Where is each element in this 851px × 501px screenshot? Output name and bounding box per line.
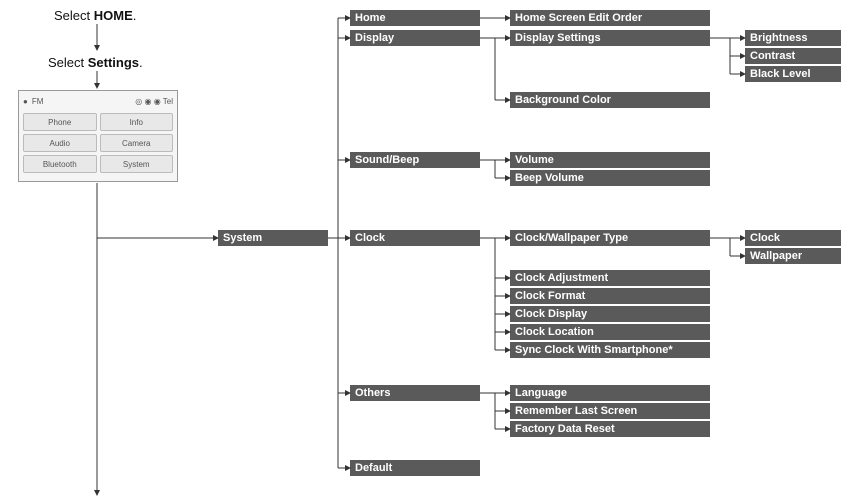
- connector-lines: [0, 0, 851, 501]
- node-home-edit: Home Screen Edit Order: [510, 10, 710, 26]
- node-clock-location: Clock Location: [510, 324, 710, 340]
- step-1-pre: Select: [54, 8, 94, 23]
- step-2-bold: Settings: [88, 55, 139, 70]
- node-clock-adjustment: Clock Adjustment: [510, 270, 710, 286]
- node-brightness: Brightness: [745, 30, 841, 46]
- mock-status-bar: ● FM ◎ ◉ ◉ Tel: [23, 95, 173, 107]
- node-clock-wallpaper-type: Clock/Wallpaper Type: [510, 230, 710, 246]
- node-display-settings: Display Settings: [510, 30, 710, 46]
- node-factory-reset: Factory Data Reset: [510, 421, 710, 437]
- node-contrast: Contrast: [745, 48, 841, 64]
- node-remember-last: Remember Last Screen: [510, 403, 710, 419]
- node-default: Default: [350, 460, 480, 476]
- mock-btn-camera: Camera: [100, 134, 174, 152]
- settings-screen-mock: ● FM ◎ ◉ ◉ Tel Phone Info Audio Camera B…: [18, 90, 178, 182]
- node-volume: Volume: [510, 152, 710, 168]
- node-clock: Clock: [350, 230, 480, 246]
- mock-btn-system: System: [100, 155, 174, 173]
- step-2: Select Settings.: [48, 55, 143, 70]
- step-1-post: .: [133, 8, 137, 23]
- mock-btn-audio: Audio: [23, 134, 97, 152]
- step-2-pre: Select: [48, 55, 88, 70]
- node-display: Display: [350, 30, 480, 46]
- step-1-bold: HOME: [94, 8, 133, 23]
- node-clock-leaf: Clock: [745, 230, 841, 246]
- node-clock-display: Clock Display: [510, 306, 710, 322]
- node-clock-format: Clock Format: [510, 288, 710, 304]
- node-background-color: Background Color: [510, 92, 710, 108]
- mock-btn-bluetooth: Bluetooth: [23, 155, 97, 173]
- step-2-post: .: [139, 55, 143, 70]
- mock-btn-phone: Phone: [23, 113, 97, 131]
- node-black-level: Black Level: [745, 66, 841, 82]
- node-others: Others: [350, 385, 480, 401]
- node-beep-volume: Beep Volume: [510, 170, 710, 186]
- node-sound: Sound/Beep: [350, 152, 480, 168]
- node-wallpaper-leaf: Wallpaper: [745, 248, 841, 264]
- node-sync-clock: Sync Clock With Smartphone*: [510, 342, 710, 358]
- node-system: System: [218, 230, 328, 246]
- node-language: Language: [510, 385, 710, 401]
- mock-btn-info: Info: [100, 113, 174, 131]
- mock-icons: ◎ ◉ ◉ Tel: [135, 97, 173, 106]
- mock-button-grid: Phone Info Audio Camera Bluetooth System: [23, 113, 173, 173]
- node-home: Home: [350, 10, 480, 26]
- mock-mode: FM: [32, 97, 44, 106]
- mock-dot-icon: ●: [23, 97, 28, 106]
- step-1: Select HOME.: [54, 8, 136, 23]
